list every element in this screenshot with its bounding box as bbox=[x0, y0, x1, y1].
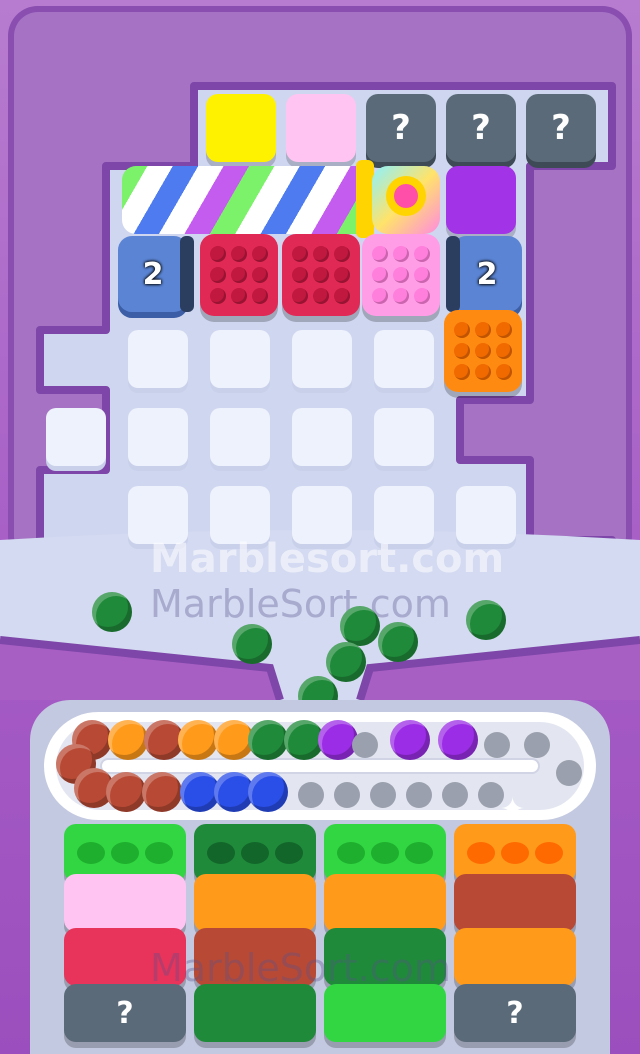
track-marble bbox=[106, 772, 146, 812]
green-marble bbox=[466, 600, 506, 640]
mystery-label: ? bbox=[471, 108, 491, 148]
jar-slot bbox=[241, 842, 269, 864]
track-marble bbox=[248, 720, 288, 760]
jar-slot bbox=[405, 842, 433, 864]
empty-cell bbox=[210, 408, 270, 466]
sparkle-icon: ✦ bbox=[500, 792, 526, 827]
stacked-jar[interactable] bbox=[64, 874, 186, 932]
left-counter-divider bbox=[180, 236, 194, 312]
jar-slot bbox=[535, 842, 563, 864]
empty-track-slot bbox=[556, 760, 582, 786]
empty-track-slot bbox=[298, 782, 324, 808]
green-marble bbox=[378, 622, 418, 662]
empty-track-slot bbox=[352, 732, 378, 758]
empty-track-slot bbox=[406, 782, 432, 808]
jar-slot bbox=[371, 842, 399, 864]
red-pop-tile[interactable] bbox=[282, 234, 360, 316]
purple-tile[interactable] bbox=[446, 166, 516, 234]
mystery-label: ? bbox=[506, 995, 524, 1031]
left-counter-block[interactable]: 2 bbox=[118, 236, 188, 312]
mystery-jar[interactable]: ? bbox=[64, 984, 186, 1042]
track-marble bbox=[390, 720, 430, 760]
empty-track-slot bbox=[334, 782, 360, 808]
red-pop-tile[interactable] bbox=[200, 234, 278, 316]
empty-cell bbox=[292, 408, 352, 466]
pink-pop-tile[interactable] bbox=[362, 234, 440, 316]
green-marble bbox=[340, 606, 380, 646]
empty-track-slot bbox=[484, 732, 510, 758]
stacked-jar[interactable] bbox=[324, 984, 446, 1042]
track-separator bbox=[102, 760, 538, 772]
rainbow-bar-block[interactable] bbox=[122, 166, 372, 234]
track-marble bbox=[248, 772, 288, 812]
empty-track-slot bbox=[370, 782, 396, 808]
left-counter-label: 2 bbox=[142, 256, 164, 292]
empty-track-slot bbox=[524, 732, 550, 758]
jar-slot bbox=[501, 842, 529, 864]
empty-cell bbox=[210, 330, 270, 388]
mystery-jar[interactable]: ? bbox=[454, 984, 576, 1042]
empty-cell bbox=[128, 408, 188, 466]
green-marble bbox=[326, 642, 366, 682]
green-marble bbox=[92, 592, 132, 632]
jar-slot bbox=[77, 842, 105, 864]
empty-cell bbox=[374, 408, 434, 466]
stacked-jar[interactable] bbox=[454, 874, 576, 932]
empty-track-slot bbox=[442, 782, 468, 808]
right-counter-block[interactable]: 2 bbox=[452, 236, 522, 312]
stacked-jar[interactable] bbox=[324, 874, 446, 932]
empty-cell bbox=[292, 330, 352, 388]
empty-cell bbox=[46, 408, 106, 466]
mystery-label: ? bbox=[116, 995, 134, 1031]
pink-tile[interactable] bbox=[286, 94, 356, 162]
mystery-tile[interactable]: ? bbox=[526, 94, 596, 162]
jar-slot bbox=[207, 842, 235, 864]
yellow-tile[interactable] bbox=[206, 94, 276, 162]
jar-slot bbox=[145, 842, 173, 864]
mystery-tile[interactable]: ? bbox=[366, 94, 436, 162]
right-counter-label: 2 bbox=[476, 256, 498, 292]
mystery-label: ? bbox=[391, 108, 411, 148]
jar-slot bbox=[467, 842, 495, 864]
track-marble bbox=[438, 720, 478, 760]
track-marble bbox=[108, 720, 148, 760]
right-counter-divider bbox=[446, 236, 460, 312]
stacked-jar[interactable] bbox=[194, 874, 316, 932]
stacked-jar[interactable] bbox=[194, 984, 316, 1042]
empty-cell bbox=[374, 330, 434, 388]
watermark-text: Marblesort.com bbox=[150, 536, 505, 582]
orange-pop-tile[interactable] bbox=[444, 310, 522, 392]
watermark-text-secondary: MarbleSort.com bbox=[150, 582, 451, 626]
jar-slot bbox=[275, 842, 303, 864]
watermark-text-bottom: MarbleSort.com bbox=[150, 946, 451, 990]
mystery-label: ? bbox=[551, 108, 571, 148]
empty-cell bbox=[128, 330, 188, 388]
track-marble bbox=[178, 720, 218, 760]
jar-slot bbox=[111, 842, 139, 864]
jar-slot bbox=[337, 842, 365, 864]
mystery-tile[interactable]: ? bbox=[446, 94, 516, 162]
rainbow-bar-cap[interactable] bbox=[372, 166, 440, 234]
green-marble bbox=[232, 624, 272, 664]
track-marble bbox=[142, 772, 182, 812]
stacked-jar[interactable] bbox=[454, 928, 576, 986]
